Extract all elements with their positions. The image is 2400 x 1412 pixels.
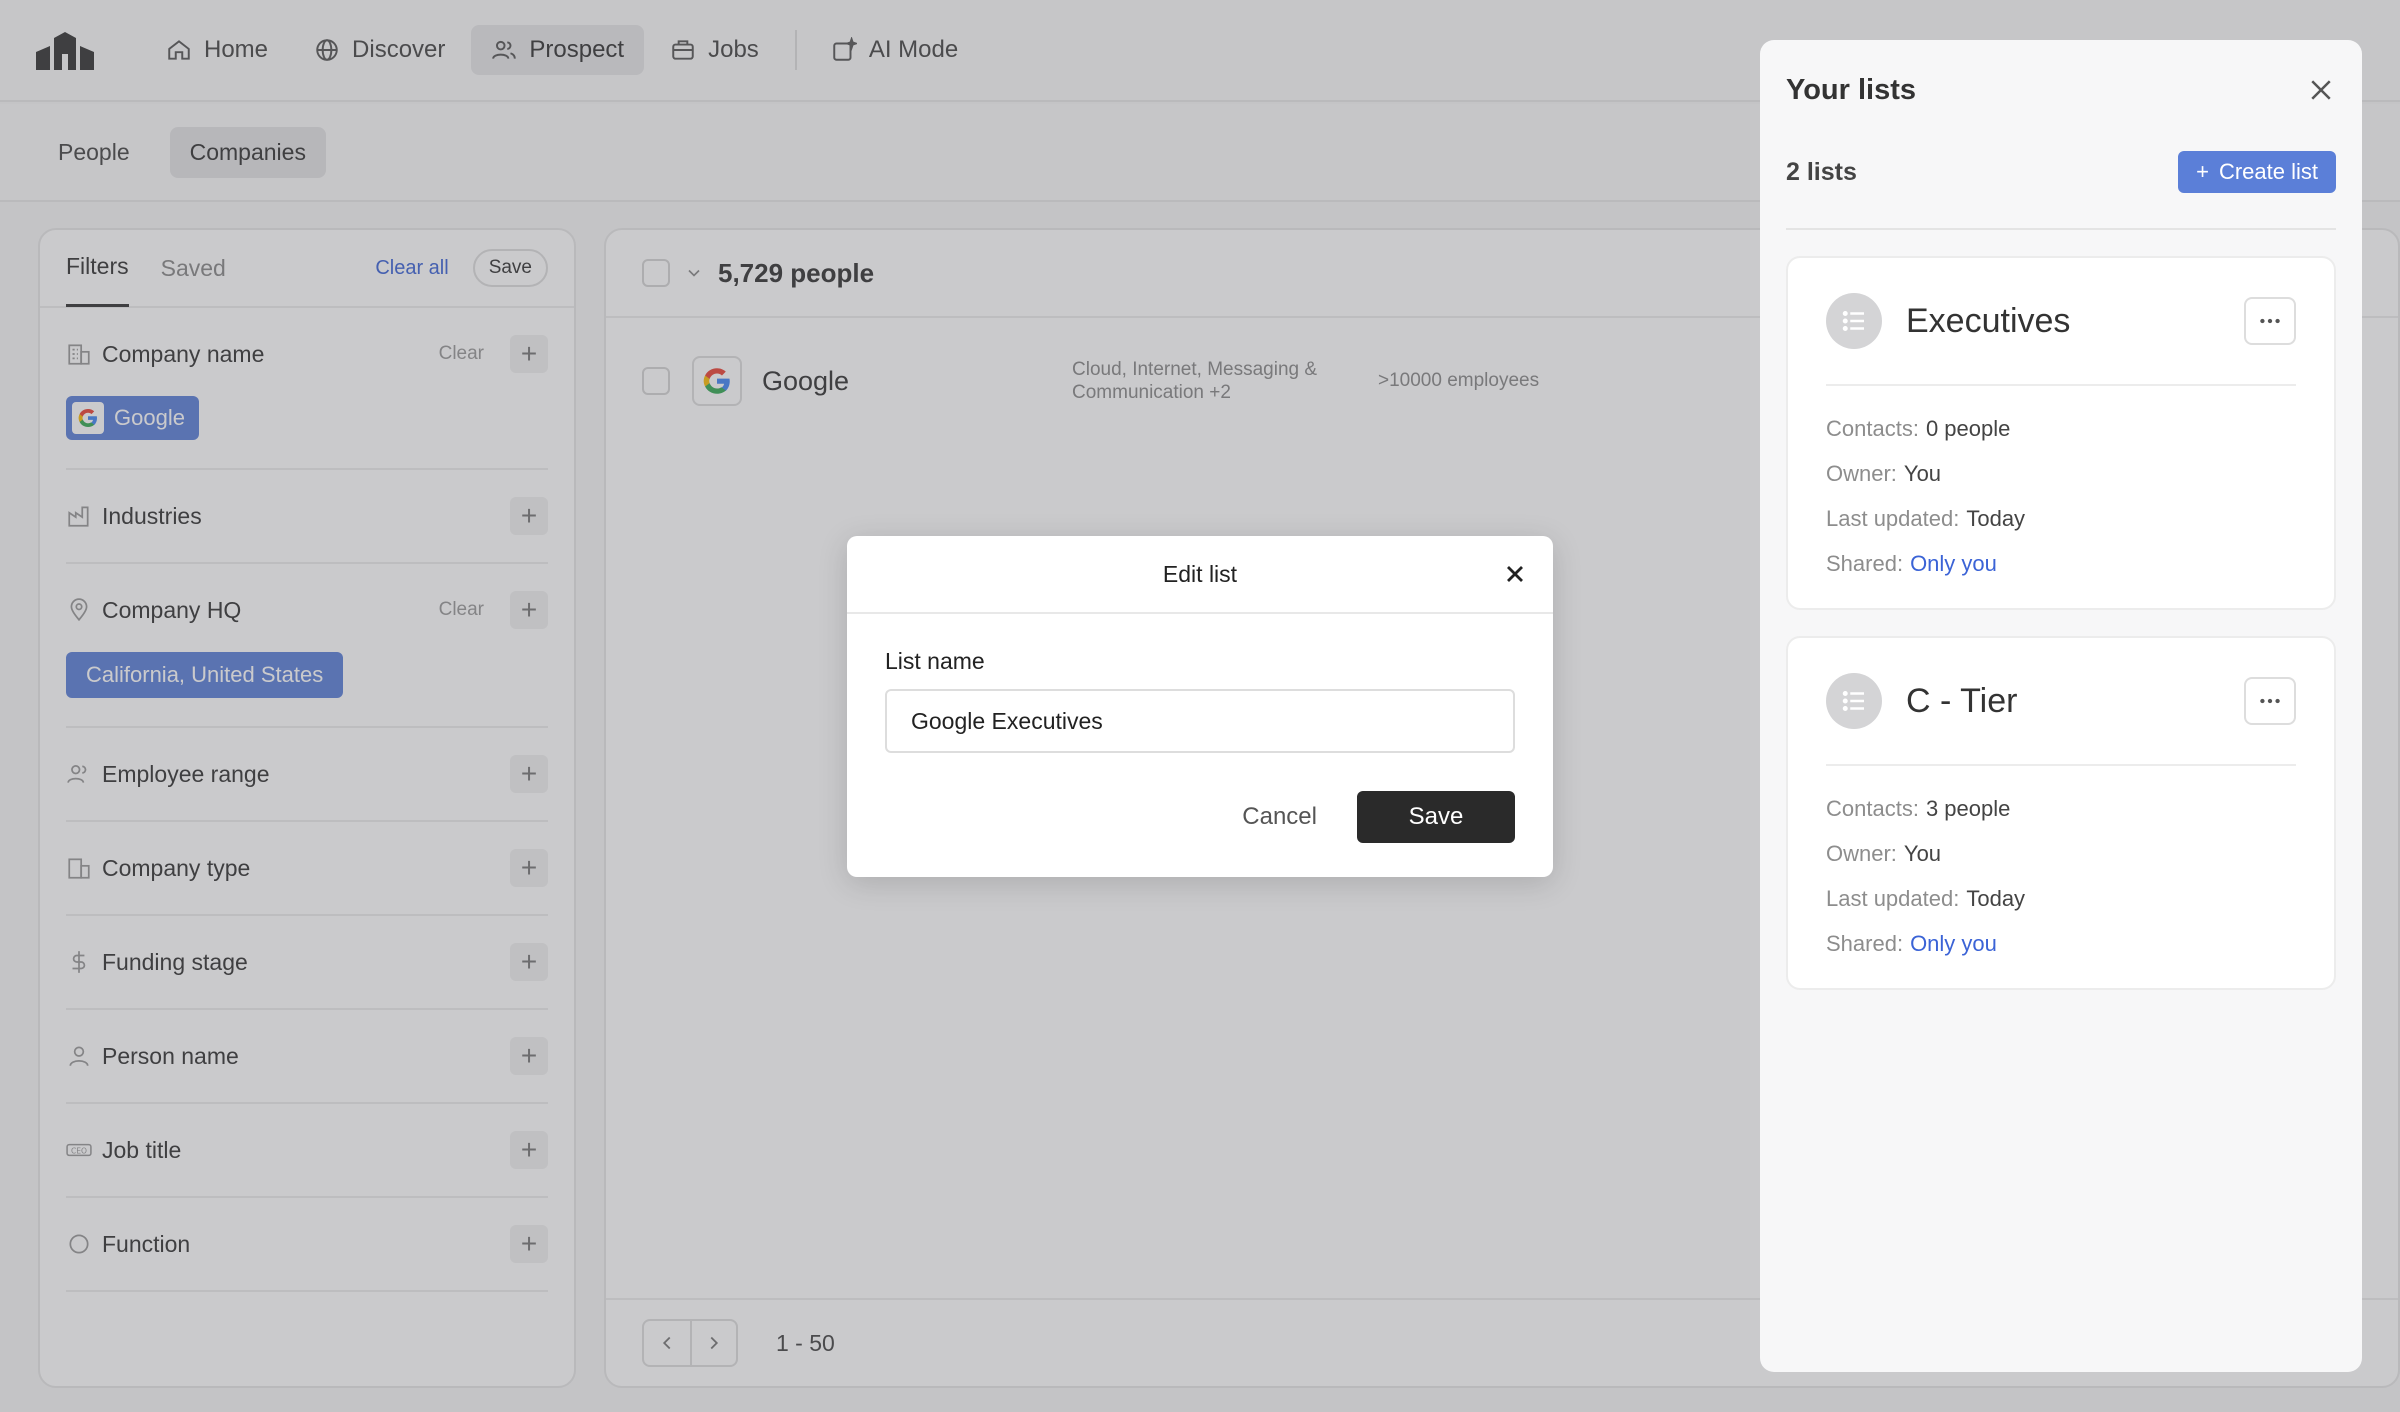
updated-key: Last updated: <box>1826 885 1960 911</box>
close-icon[interactable] <box>2306 75 2336 105</box>
lists-drawer: Your lists 2 lists + Create list Executi… <box>1760 40 2362 1372</box>
drawer-title: Your lists <box>1786 73 1916 106</box>
modal-footer: Cancel Save <box>885 791 1515 843</box>
contacts-value: 0 people <box>1925 415 2011 441</box>
shared-key: Shared: <box>1826 550 1904 576</box>
more-horizontal-icon <box>2260 698 2280 704</box>
shared-link[interactable]: Only you <box>1910 551 1997 577</box>
edit-list-modal: Edit list List name Cancel Save <box>847 536 1553 877</box>
owner-value: You <box>1903 840 1942 866</box>
create-list-label: Create list <box>2218 159 2318 184</box>
owner-key: Owner: <box>1826 840 1897 866</box>
owner-key: Owner: <box>1826 460 1897 486</box>
contacts-key: Contacts: <box>1826 415 1919 441</box>
updated-key: Last updated: <box>1826 505 1960 531</box>
list-more-button[interactable] <box>2244 677 2296 725</box>
list-name: C - Tier <box>1906 681 2018 720</box>
list-icon <box>1826 673 1882 729</box>
drawer-subheader: 2 lists + Create list <box>1786 140 2336 230</box>
plus-icon: + <box>2196 159 2209 184</box>
list-name: Executives <box>1906 301 2071 340</box>
list-name-input[interactable] <box>885 689 1515 753</box>
modal-title: Edit list <box>1162 560 1238 587</box>
list-item[interactable]: Executives Contacts: 0 people Owner: You L… <box>1786 256 2336 610</box>
cancel-button[interactable]: Cancel <box>1242 803 1317 831</box>
close-icon[interactable] <box>1501 560 1529 588</box>
list-item[interactable]: C - Tier Contacts: 3 people Owner: You Las… <box>1786 636 2336 990</box>
lists-count: 2 lists <box>1786 157 1857 186</box>
modal-header: Edit list <box>847 536 1553 614</box>
drawer-header: Your lists <box>1786 40 2336 140</box>
list-icon <box>1826 293 1882 349</box>
more-horizontal-icon <box>2260 318 2280 324</box>
updated-value: Today <box>1966 885 2026 911</box>
shared-key: Shared: <box>1826 930 1904 956</box>
modal-body: List name Cancel Save <box>847 614 1553 843</box>
shared-link[interactable]: Only you <box>1910 931 1997 957</box>
list-more-button[interactable] <box>2244 297 2296 345</box>
save-button[interactable]: Save <box>1357 791 1515 843</box>
list-name-label: List name <box>885 648 985 674</box>
owner-value: You <box>1903 460 1942 486</box>
contacts-key: Contacts: <box>1826 795 1919 821</box>
contacts-value: 3 people <box>1925 795 2011 821</box>
create-list-button[interactable]: + Create list <box>2178 151 2336 193</box>
updated-value: Today <box>1966 505 2026 531</box>
